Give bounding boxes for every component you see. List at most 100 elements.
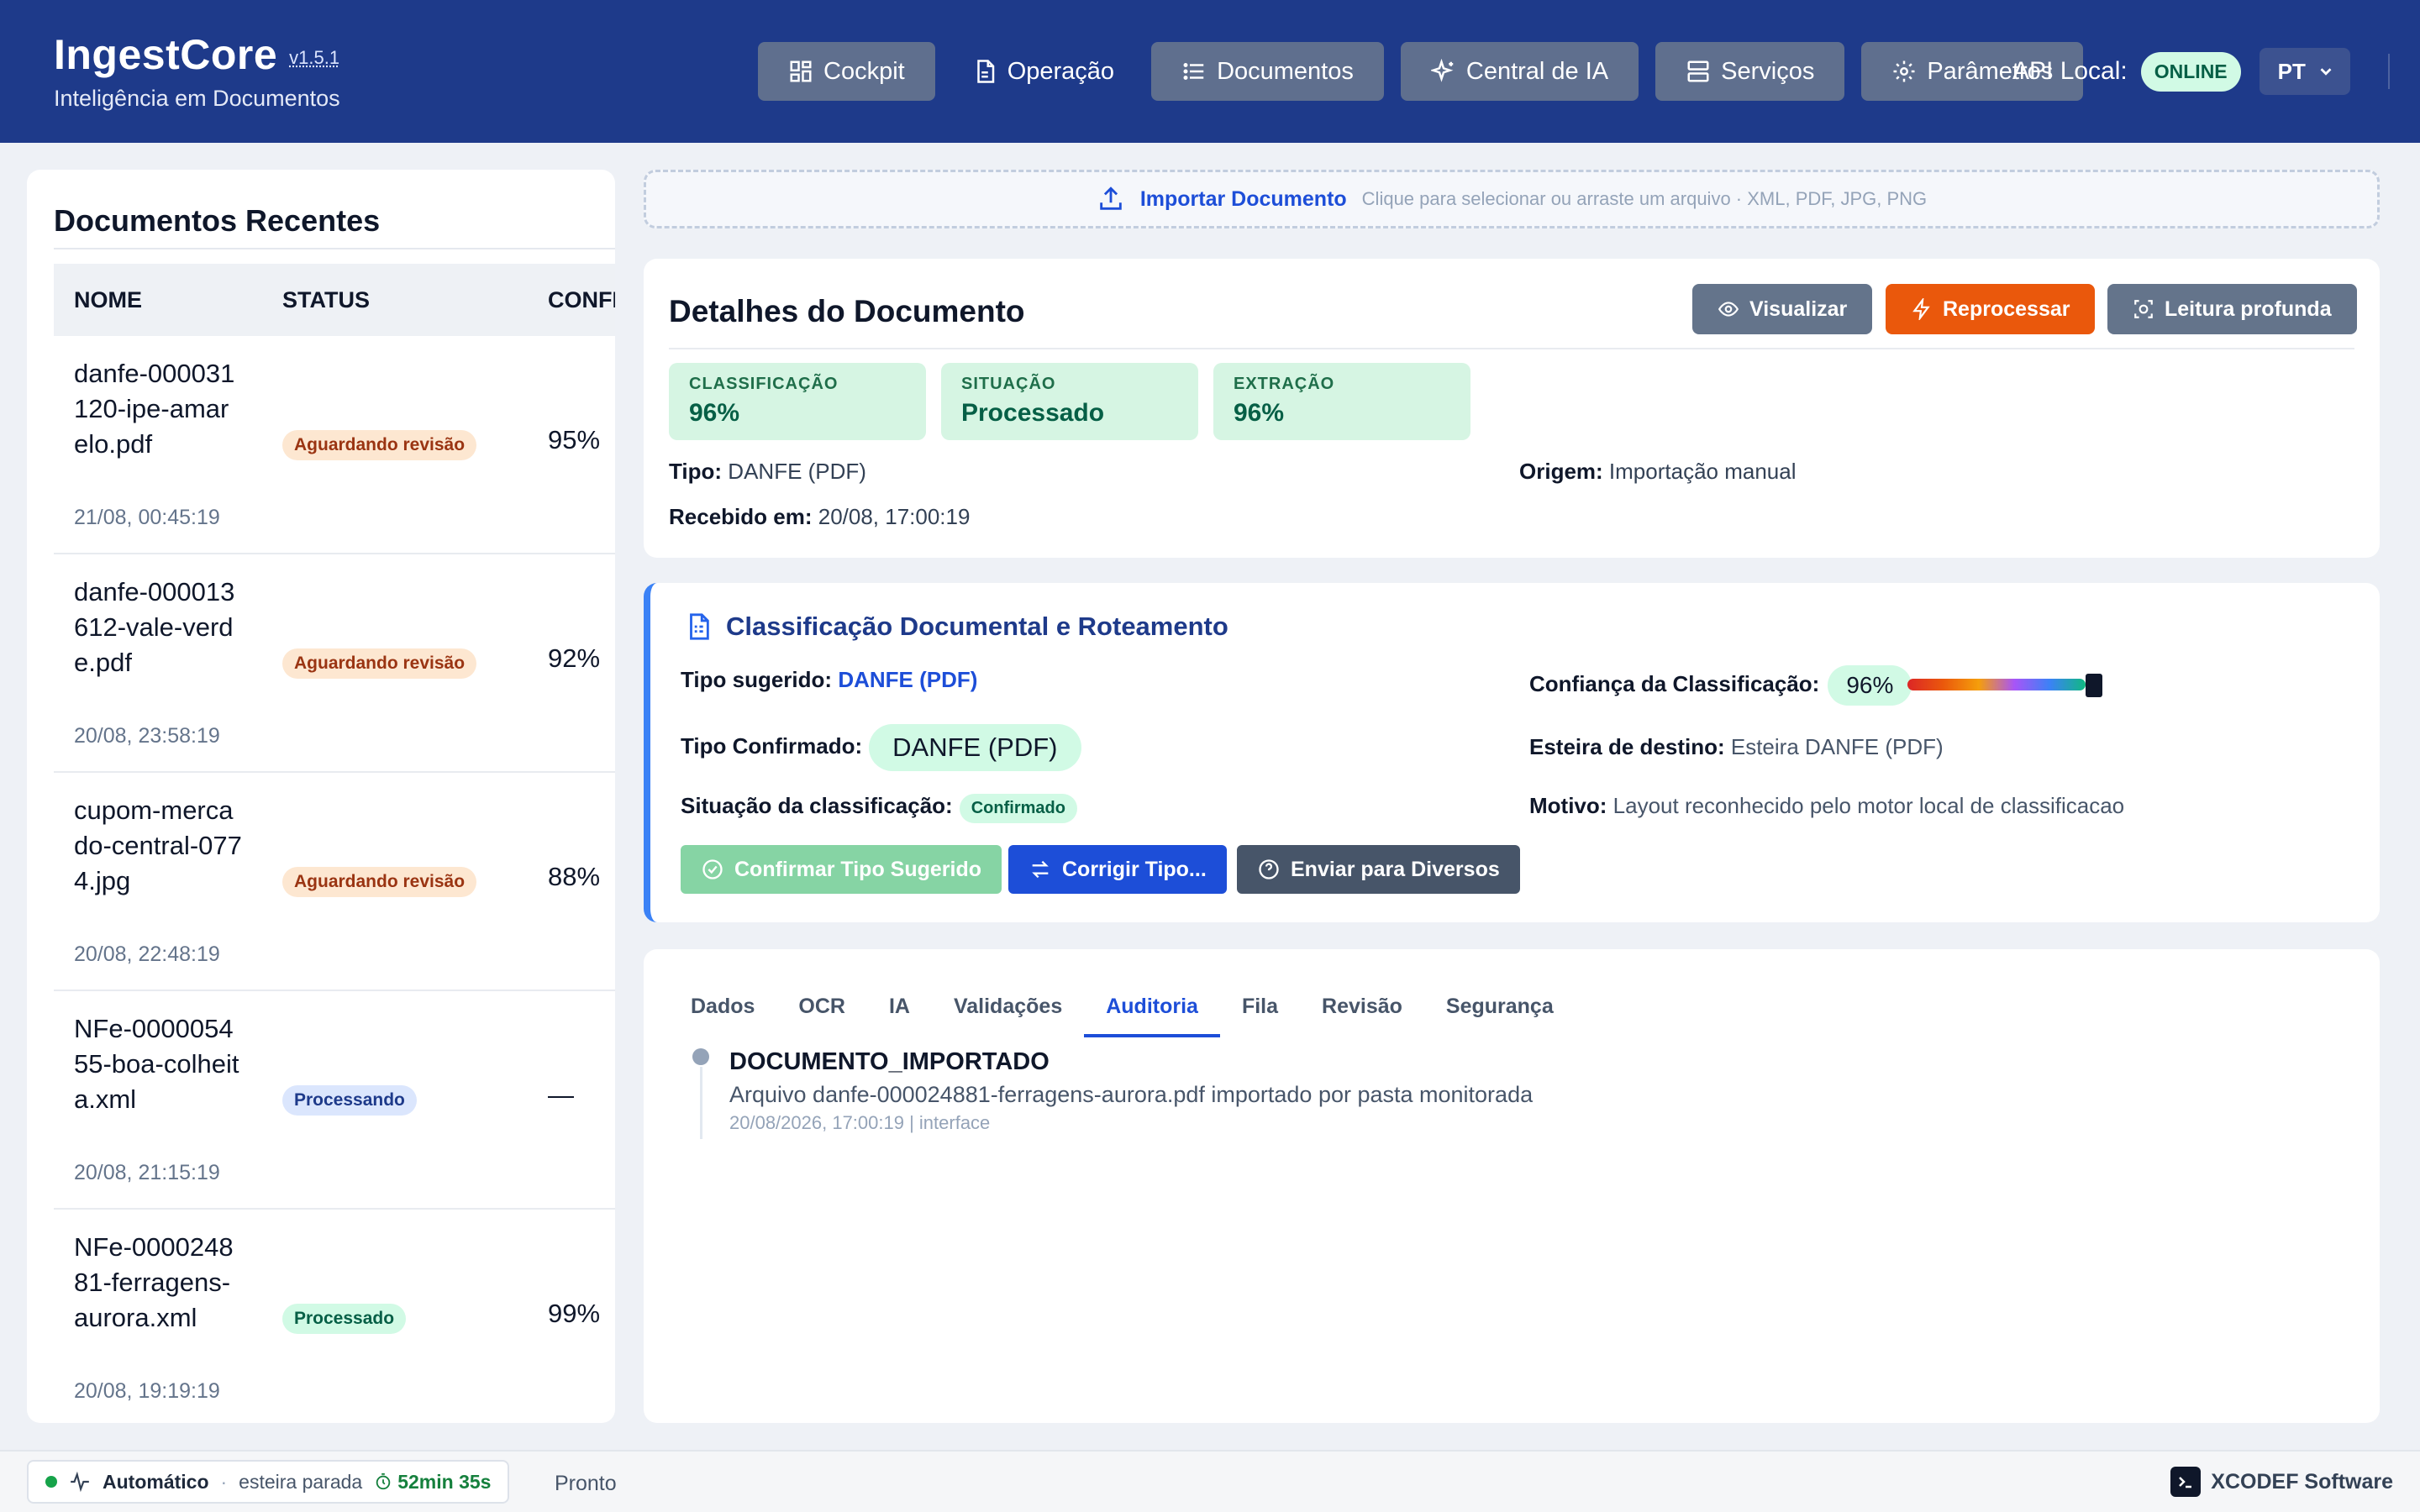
- info-value: 20/08, 17:00:19: [818, 504, 971, 529]
- upload-label: Importar Documento: [1139, 186, 1347, 211]
- reprocess-button[interactable]: Reprocessar: [1886, 284, 2096, 334]
- api-status: API Local: ONLINE PT: [2012, 42, 2350, 101]
- status-badge: Aguardando revisão: [282, 648, 477, 679]
- dashboard-icon: [790, 60, 812, 82]
- document-tabs-card: Dados OCR IA Validações Auditoria Fila R…: [644, 949, 2380, 1423]
- tab-fila[interactable]: Fila: [1220, 986, 1300, 1037]
- table-row[interactable]: danfe-000031120-ipe-amarelo.pdf 21/08, 0…: [54, 336, 615, 554]
- automation-mode: Automático: [103, 1470, 209, 1493]
- button-label: Reprocessar: [1943, 297, 2070, 321]
- table-row[interactable]: cupom-mercado-central-0774.jpg 20/08, 22…: [54, 773, 615, 991]
- lightning-icon: [1912, 298, 1930, 320]
- tab-auditoria[interactable]: Auditoria: [1084, 986, 1220, 1037]
- divider: [54, 248, 615, 249]
- send-to-misc-button[interactable]: Enviar para Diversos: [1237, 845, 1520, 894]
- header-divider: [2388, 54, 2390, 89]
- status-badge: Processado: [282, 1304, 407, 1334]
- table-row[interactable]: danfe-000013612-vale-verde.pdf 20/08, 23…: [54, 554, 615, 773]
- nav-servicos[interactable]: Serviços: [1655, 42, 1845, 101]
- view-button[interactable]: Visualizar: [1692, 284, 1873, 334]
- status-badge: Aguardando revisão: [282, 430, 477, 460]
- nav-operacao[interactable]: Operação: [952, 42, 1134, 101]
- conveyor-status: esteira parada: [239, 1470, 363, 1493]
- nav-documentos[interactable]: Documentos: [1151, 42, 1384, 101]
- file-list-icon: [690, 613, 709, 640]
- tab-seguranca[interactable]: Segurança: [1424, 986, 1576, 1037]
- chevron-down-icon: [2320, 68, 2332, 76]
- metric-value: Processado: [961, 399, 1105, 427]
- info-label: Situação da classificação:: [681, 793, 953, 818]
- document-name: NFe-000005455-boa-colheita.xml: [74, 1014, 239, 1114]
- list-icon: [1183, 63, 1204, 80]
- document-date: 21/08, 00:45:19: [74, 506, 220, 529]
- document-icon: [976, 60, 994, 83]
- classification-reason: Motivo: Layout reconhecido pelo motor lo…: [1529, 793, 2124, 819]
- separator: ·: [220, 1470, 228, 1493]
- language-select[interactable]: PT: [2259, 48, 2350, 95]
- timeline-dot: [692, 1048, 709, 1065]
- timer: 52min 35s: [374, 1471, 491, 1494]
- column-header-name: NOME: [74, 287, 142, 312]
- brand: IngestCore v1.5.1 Inteligência em Documen…: [54, 30, 340, 112]
- metric-situation: SITUAÇÃO Processado: [941, 363, 1198, 440]
- classification-card: Classificação Documental e Roteamento Ti…: [644, 583, 2380, 922]
- destination-conveyor: Esteira de destino: Esteira DANFE (PDF): [1529, 734, 1944, 760]
- metric-label: SITUAÇÃO: [961, 375, 1056, 393]
- deep-read-button[interactable]: Leitura profunda: [2107, 284, 2357, 334]
- brand-name: XCODEF Software: [2211, 1469, 2393, 1494]
- correct-type-button[interactable]: Corrigir Tipo...: [1008, 845, 1227, 894]
- swap-icon: [1032, 860, 1049, 879]
- confidence-marker: [2086, 674, 2102, 697]
- info-label: Tipo sugerido:: [681, 667, 833, 692]
- nav-label: Operação: [1007, 57, 1115, 85]
- confidence-bar: [1907, 679, 2086, 690]
- metric-value: 96%: [1234, 399, 1285, 427]
- metric-label: CLASSIFICAÇÃO: [689, 375, 839, 393]
- tab-ia[interactable]: IA: [867, 986, 932, 1037]
- info-value: Importação manual: [1608, 459, 1797, 484]
- document-date: 20/08, 22:48:19: [74, 942, 220, 966]
- suggested-type-link[interactable]: DANFE (PDF): [838, 667, 977, 692]
- details-title: Detalhes do Documento: [669, 294, 1025, 328]
- tab-validacoes[interactable]: Validações: [932, 986, 1084, 1037]
- nav-central-ia[interactable]: Central de IA: [1400, 42, 1639, 101]
- button-label: Leitura profunda: [2165, 297, 2332, 321]
- upload-dropzone[interactable]: Importar Documento Clique para seleciona…: [644, 170, 2380, 228]
- upload-icon: [1100, 186, 1122, 210]
- tab-ocr[interactable]: OCR: [776, 986, 867, 1037]
- tab-revisao[interactable]: Revisão: [1300, 986, 1424, 1037]
- activity-icon: [71, 1471, 89, 1493]
- table-row[interactable]: NFe-000005455-boa-colheita.xml 20/08, 21…: [54, 991, 615, 1210]
- terminal-icon: [2170, 1467, 2202, 1497]
- nav-label: Documentos: [1217, 57, 1354, 85]
- document-received: Recebido em: 20/08, 17:00:19: [669, 504, 970, 530]
- recent-documents-panel: Documentos Recentes NOME STATUS CONFI da…: [27, 170, 615, 1423]
- nav-label: Serviços: [1721, 57, 1815, 85]
- document-name: danfe-000013612-vale-verde.pdf: [74, 577, 235, 677]
- document-date: 20/08, 23:58:19: [74, 724, 220, 748]
- status-badge: Confirmado: [959, 794, 1077, 823]
- tab-dados[interactable]: Dados: [669, 986, 776, 1037]
- button-label: Visualizar: [1749, 297, 1848, 321]
- document-details-card: Detalhes do Documento Visualizar Reproce…: [644, 259, 2380, 558]
- sparkles-icon: [1430, 59, 1454, 82]
- footer-brand: XCODEF Software: [2170, 1467, 2393, 1497]
- table-row[interactable]: NFe-000024881-ferragens-aurora.xml 20/08…: [54, 1210, 615, 1423]
- nav-cockpit[interactable]: Cockpit: [758, 42, 935, 101]
- app-title: IngestCore: [54, 31, 278, 78]
- document-confidence: 92%: [548, 643, 601, 673]
- confirm-suggested-button[interactable]: Confirmar Tipo Sugerido: [681, 845, 1002, 894]
- automation-status[interactable]: Automático · esteira parada 52min 35s: [27, 1460, 510, 1504]
- info-label: Tipo Confirmado:: [681, 732, 863, 759]
- document-type: Tipo: DANFE (PDF): [669, 459, 866, 485]
- info-value: Layout reconhecido pelo motor local de c…: [1612, 793, 2125, 818]
- status-badge: Processando: [282, 1085, 417, 1116]
- gear-icon: [1893, 60, 1915, 82]
- event-meta: 20/08/2026, 17:00:19 | interface: [729, 1112, 991, 1133]
- info-value: Esteira DANFE (PDF): [1730, 734, 1944, 759]
- document-confidence: 99%: [548, 1299, 601, 1328]
- status-badge: Aguardando revisão: [282, 867, 477, 897]
- info-label: Motivo:: [1529, 793, 1607, 818]
- metric-value: 96%: [689, 399, 740, 427]
- table-header: NOME STATUS CONFI: [54, 264, 615, 336]
